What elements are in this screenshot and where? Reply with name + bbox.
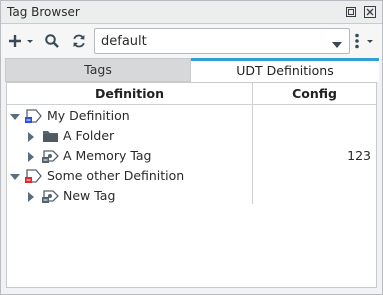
row-label: My Definition [47, 108, 130, 123]
restore-icon[interactable] [343, 4, 359, 20]
udt-definition-icon [25, 108, 43, 127]
row-config: 123 [347, 148, 371, 163]
caret-down-icon[interactable] [10, 111, 20, 125]
table-row[interactable]: A Memory Tag 123 [7, 146, 376, 166]
table-row[interactable]: My Definition [7, 106, 376, 126]
caret-right-icon[interactable] [28, 131, 36, 145]
tag-browser-window: Tag Browser default Tags UDT Definitions… [0, 0, 383, 295]
udt-definition-icon [25, 168, 43, 187]
tag-provider-value: default [101, 34, 147, 49]
toolbar: default [1, 24, 382, 58]
udt-definitions-table: Definition Config My Definition A Folder… [6, 82, 377, 288]
row-label: Some other Definition [47, 168, 185, 183]
window-title: Tag Browser [7, 5, 80, 19]
tab-udt-definitions[interactable]: UDT Definitions [191, 58, 379, 82]
tag-provider-select[interactable]: default [94, 28, 350, 54]
caret-down-icon[interactable] [10, 171, 20, 185]
row-label: New Tag [63, 188, 116, 203]
kebab-menu-icon [355, 33, 373, 49]
refresh-button[interactable] [71, 32, 87, 50]
title-bar: Tag Browser [1, 1, 382, 24]
table-header: Definition Config [7, 83, 376, 105]
tab-tags[interactable]: Tags [5, 58, 191, 82]
caret-right-icon[interactable] [28, 151, 36, 165]
plus-icon [9, 35, 33, 47]
chevron-down-icon [332, 38, 342, 52]
table-row[interactable]: A Folder [7, 126, 376, 146]
refresh-icon [73, 34, 85, 48]
options-menu-button[interactable] [351, 32, 377, 50]
row-label: A Memory Tag [63, 148, 152, 163]
table-row[interactable]: New Tag [7, 186, 376, 206]
search-button[interactable] [44, 32, 60, 50]
row-label: A Folder [63, 128, 115, 143]
close-icon[interactable] [362, 4, 378, 20]
add-button[interactable] [8, 32, 36, 50]
column-header-config[interactable]: Config [253, 83, 376, 105]
folder-icon [42, 128, 60, 147]
table-row[interactable]: Some other Definition [7, 166, 376, 186]
caret-right-icon[interactable] [28, 191, 36, 205]
browser-tabs: Tags UDT Definitions [5, 58, 379, 82]
memory-tag-icon [42, 148, 60, 167]
column-header-definition[interactable]: Definition [7, 83, 252, 105]
search-icon [45, 34, 59, 48]
memory-tag-icon [42, 188, 60, 207]
